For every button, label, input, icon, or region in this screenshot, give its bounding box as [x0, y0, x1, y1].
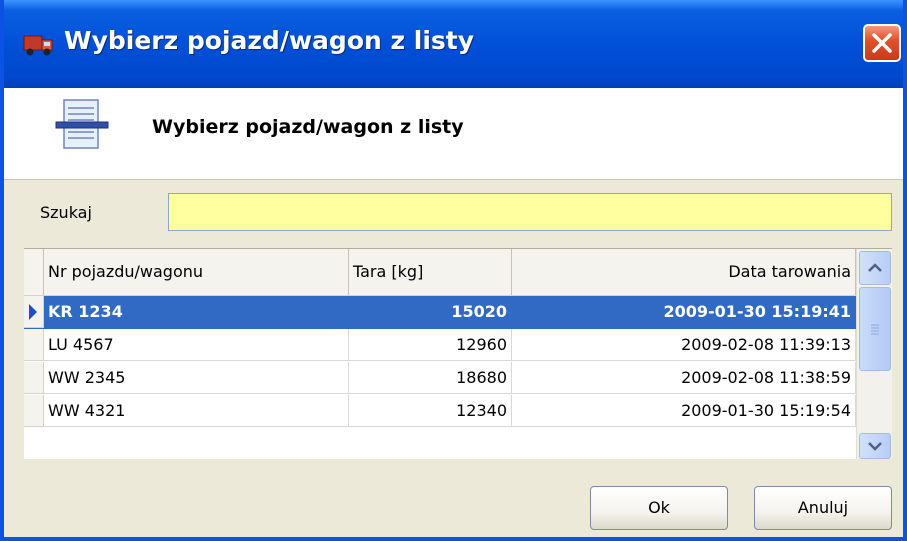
header-panel: Wybierz pojazd/wagon z listy	[4, 88, 903, 180]
cell-data: 2009-02-08 11:39:13	[512, 329, 856, 361]
cell-tara: 12340	[349, 395, 512, 427]
cell-tara: 18680	[349, 362, 512, 394]
cell-nr: KR 1234	[44, 296, 349, 328]
header-title: Wybierz pojazd/wagon z listy	[152, 116, 464, 138]
vertical-scrollbar[interactable]	[856, 249, 892, 459]
close-button[interactable]	[863, 24, 901, 62]
close-icon	[872, 33, 892, 53]
title-bar[interactable]: Wybierz pojazd/wagon z listy	[4, 0, 903, 88]
cell-tara: 12960	[349, 329, 512, 361]
cell-data: 2009-01-30 15:19:54	[512, 395, 856, 427]
chevron-down-icon	[868, 442, 882, 451]
column-header-tara[interactable]: Tara [kg]	[349, 249, 512, 295]
scroll-down-button[interactable]	[859, 433, 891, 459]
current-row-arrow-icon	[29, 304, 37, 320]
search-label: Szukaj	[40, 203, 92, 222]
row-indicator	[24, 395, 44, 427]
window-title: Wybierz pojazd/wagon z listy	[64, 26, 475, 55]
grip-icon	[871, 324, 879, 335]
column-header-data[interactable]: Data tarowania	[512, 249, 856, 295]
cell-nr: WW 4321	[44, 395, 349, 427]
row-indicator-header	[24, 249, 44, 295]
column-header-nr[interactable]: Nr pojazdu/wagonu	[44, 249, 349, 295]
ok-button[interactable]: Ok	[590, 486, 728, 530]
table-row[interactable]: LU 4567 12960 2009-02-08 11:39:13	[24, 329, 856, 362]
cell-nr: WW 2345	[44, 362, 349, 394]
chevron-up-icon	[868, 263, 882, 272]
cell-nr: LU 4567	[44, 329, 349, 361]
cell-tara: 15020	[349, 296, 512, 328]
cell-data: 2009-02-08 11:38:59	[512, 362, 856, 394]
search-input[interactable]	[168, 193, 892, 231]
vehicle-table: Nr pojazdu/wagonu Tara [kg] Data tarowan…	[24, 248, 892, 459]
row-indicator	[24, 329, 44, 361]
row-indicator	[24, 296, 44, 328]
table-row[interactable]: WW 4321 12340 2009-01-30 15:19:54	[24, 395, 856, 428]
cancel-button[interactable]: Anuluj	[754, 486, 892, 530]
document-list-icon	[54, 96, 112, 154]
dialog-window: Wybierz pojazd/wagon z listy Wybierz poj…	[0, 0, 907, 541]
table-row[interactable]: KR 1234 15020 2009-01-30 15:19:41	[24, 296, 856, 329]
scroll-up-button[interactable]	[859, 251, 891, 285]
cell-data: 2009-01-30 15:19:41	[512, 296, 856, 328]
scroll-thumb[interactable]	[859, 287, 891, 371]
row-indicator	[24, 362, 44, 394]
table-row[interactable]: WW 2345 18680 2009-02-08 11:38:59	[24, 362, 856, 395]
truck-icon	[22, 30, 58, 60]
table-header: Nr pojazdu/wagonu Tara [kg] Data tarowan…	[24, 249, 856, 296]
